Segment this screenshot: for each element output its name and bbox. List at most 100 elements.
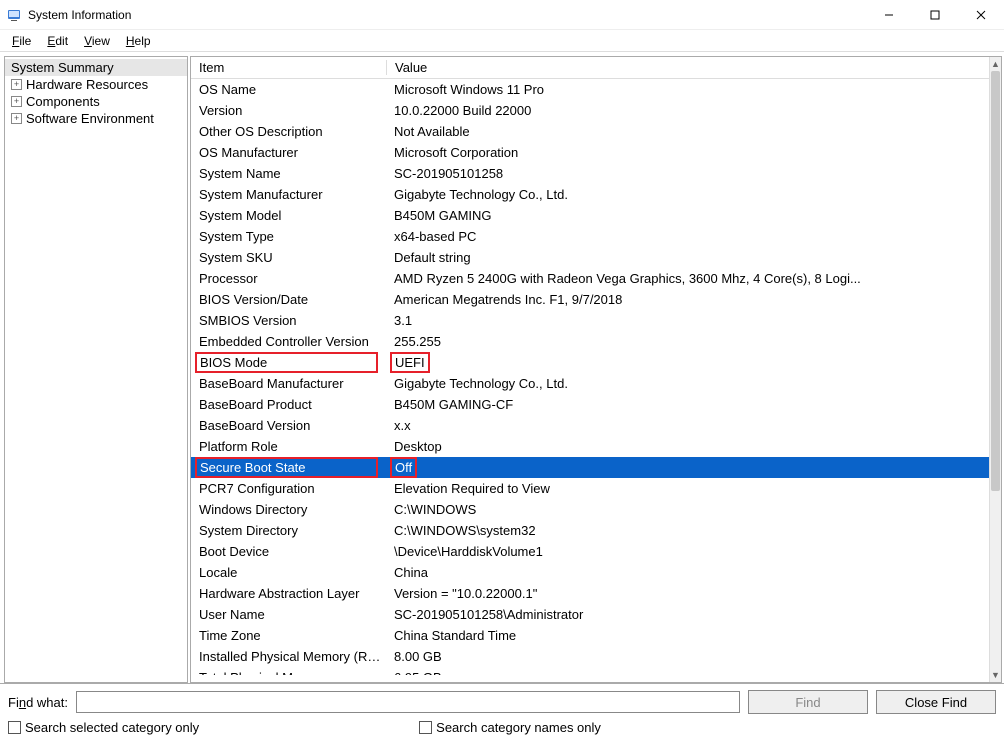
row-value: \Device\HarddiskVolume1 <box>386 543 989 560</box>
row-item: System Name <box>191 165 386 182</box>
highlighted-item: Secure Boot State <box>195 457 378 478</box>
checkbox-icon <box>419 721 432 734</box>
row-value: x64-based PC <box>386 228 989 245</box>
table-row[interactable]: Hardware Abstraction LayerVersion = "10.… <box>191 583 989 604</box>
table-row[interactable]: LocaleChina <box>191 562 989 583</box>
row-item: System SKU <box>191 249 386 266</box>
search-bar: Find what: Find Close Find Search select… <box>0 683 1004 739</box>
row-value: Desktop <box>386 438 989 455</box>
table-row[interactable]: Time ZoneChina Standard Time <box>191 625 989 646</box>
tree-root-system-summary[interactable]: System Summary <box>5 59 187 76</box>
checkbox-label: Search category names only <box>436 720 601 735</box>
table-row[interactable]: Embedded Controller Version255.255 <box>191 331 989 352</box>
row-item: System Model <box>191 207 386 224</box>
table-row[interactable]: Platform RoleDesktop <box>191 436 989 457</box>
row-item: Installed Physical Memory (RAM) <box>191 648 386 665</box>
titlebar: System Information <box>0 0 1004 30</box>
checkbox-search-selected-category[interactable]: Search selected category only <box>8 720 199 735</box>
table-row[interactable]: Total Physical Memory6.95 GB <box>191 667 989 677</box>
menu-help[interactable]: Help <box>120 32 157 50</box>
highlighted-item: BIOS Mode <box>195 352 378 373</box>
row-item: BaseBoard Manufacturer <box>191 375 386 392</box>
table-row[interactable]: PCR7 ConfigurationElevation Required to … <box>191 478 989 499</box>
table-row[interactable]: System Typex64-based PC <box>191 226 989 247</box>
vertical-scrollbar[interactable]: ▲ ▼ <box>989 57 1001 682</box>
column-header-value[interactable]: Value <box>386 60 989 75</box>
table-row[interactable]: SMBIOS Version3.1 <box>191 310 989 331</box>
scrollbar-thumb[interactable] <box>991 71 1000 491</box>
table-row[interactable]: Boot Device\Device\HarddiskVolume1 <box>191 541 989 562</box>
row-item: SMBIOS Version <box>191 312 386 329</box>
row-item: User Name <box>191 606 386 623</box>
table-row[interactable]: User NameSC-201905101258\Administrator <box>191 604 989 625</box>
find-input[interactable] <box>76 691 740 713</box>
row-item: Locale <box>191 564 386 581</box>
row-value: Elevation Required to View <box>386 480 989 497</box>
details-header: Item Value <box>191 57 989 79</box>
table-row[interactable]: OS ManufacturerMicrosoft Corporation <box>191 142 989 163</box>
column-header-item[interactable]: Item <box>191 60 386 75</box>
table-row[interactable]: BaseBoard ManufacturerGigabyte Technolog… <box>191 373 989 394</box>
menu-file[interactable]: File <box>6 32 37 50</box>
tree-item-hardware-resources[interactable]: + Hardware Resources <box>5 76 187 93</box>
row-value: American Megatrends Inc. F1, 9/7/2018 <box>386 291 989 308</box>
table-row[interactable]: OS NameMicrosoft Windows 11 Pro <box>191 79 989 100</box>
row-value: Microsoft Corporation <box>386 144 989 161</box>
table-row[interactable]: Windows DirectoryC:\WINDOWS <box>191 499 989 520</box>
row-item: OS Name <box>191 81 386 98</box>
table-row[interactable]: System ModelB450M GAMING <box>191 205 989 226</box>
scroll-up-icon[interactable]: ▲ <box>990 57 1001 71</box>
table-row[interactable]: BIOS Version/DateAmerican Megatrends Inc… <box>191 289 989 310</box>
expander-icon[interactable]: + <box>11 113 22 124</box>
row-item: System Type <box>191 228 386 245</box>
table-row[interactable]: BaseBoard ProductB450M GAMING-CF <box>191 394 989 415</box>
table-row[interactable]: System ManufacturerGigabyte Technology C… <box>191 184 989 205</box>
table-row[interactable]: Other OS DescriptionNot Available <box>191 121 989 142</box>
row-value: B450M GAMING <box>386 207 989 224</box>
tree-item-software-environment[interactable]: + Software Environment <box>5 110 187 127</box>
row-item: PCR7 Configuration <box>191 480 386 497</box>
table-row[interactable]: Secure Boot State Off <box>191 457 989 478</box>
menu-view[interactable]: View <box>78 32 116 50</box>
expander-icon[interactable]: + <box>11 79 22 90</box>
highlighted-value: Off <box>390 457 417 478</box>
table-row[interactable]: Installed Physical Memory (RAM)8.00 GB <box>191 646 989 667</box>
tree-pane[interactable]: System Summary + Hardware Resources + Co… <box>4 56 188 683</box>
expander-icon[interactable]: + <box>11 96 22 107</box>
tree-item-components[interactable]: + Components <box>5 93 187 110</box>
row-item: Time Zone <box>191 627 386 644</box>
row-item: OS Manufacturer <box>191 144 386 161</box>
find-button[interactable]: Find <box>748 690 868 714</box>
row-value: Default string <box>386 249 989 266</box>
row-value: C:\WINDOWS <box>386 501 989 518</box>
row-value: Gigabyte Technology Co., Ltd. <box>386 186 989 203</box>
table-row[interactable]: ProcessorAMD Ryzen 5 2400G with Radeon V… <box>191 268 989 289</box>
menu-edit[interactable]: Edit <box>41 32 74 50</box>
close-find-button[interactable]: Close Find <box>876 690 996 714</box>
checkbox-search-category-names[interactable]: Search category names only <box>419 720 601 735</box>
table-row[interactable]: BaseBoard Versionx.x <box>191 415 989 436</box>
row-value: China <box>386 564 989 581</box>
row-value: 8.00 GB <box>386 648 989 665</box>
row-value: SC-201905101258\Administrator <box>386 606 989 623</box>
table-row[interactable]: Version10.0.22000 Build 22000 <box>191 100 989 121</box>
find-label: Find what: <box>8 695 68 710</box>
row-value: Microsoft Windows 11 Pro <box>386 81 989 98</box>
scroll-down-icon[interactable]: ▼ <box>990 668 1001 682</box>
table-row[interactable]: BIOS ModeUEFI <box>191 352 989 373</box>
minimize-button[interactable] <box>866 0 912 30</box>
window-controls <box>866 0 1004 30</box>
row-value: 3.1 <box>386 312 989 329</box>
row-value: 10.0.22000 Build 22000 <box>386 102 989 119</box>
details-body: OS NameMicrosoft Windows 11 ProVersion10… <box>191 79 989 677</box>
close-button[interactable] <box>958 0 1004 30</box>
row-item: BIOS Version/Date <box>191 291 386 308</box>
row-item: System Manufacturer <box>191 186 386 203</box>
row-value: C:\WINDOWS\system32 <box>386 522 989 539</box>
table-row[interactable]: System SKUDefault string <box>191 247 989 268</box>
table-row[interactable]: System NameSC-201905101258 <box>191 163 989 184</box>
row-item: Embedded Controller Version <box>191 333 386 350</box>
maximize-button[interactable] <box>912 0 958 30</box>
table-row[interactable]: System DirectoryC:\WINDOWS\system32 <box>191 520 989 541</box>
row-item: Windows Directory <box>191 501 386 518</box>
